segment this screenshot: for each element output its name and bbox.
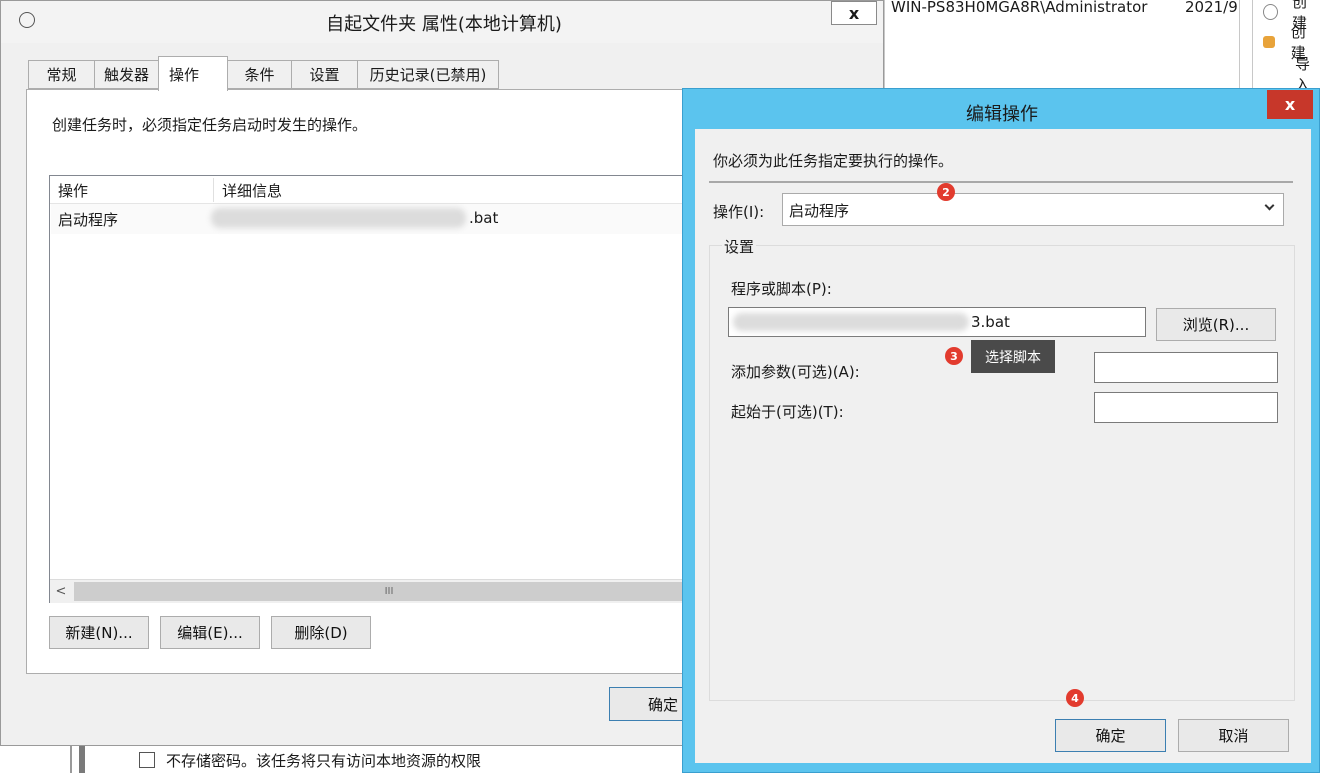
tooltip-text: 选择脚本 [985,349,1041,366]
column-divider [213,178,214,202]
new-button[interactable]: 新建(N)... [49,616,149,649]
step-marker-4: 4 [1066,689,1084,707]
edit-cancel-label: 取消 [1218,727,1249,745]
action-type-label: 操作(I): [713,203,765,221]
chevron-left-icon: < [55,584,67,599]
edit-close-button[interactable]: x [1267,90,1313,119]
edit-cancel-button[interactable]: 取消 [1178,719,1289,752]
settings-group: 设置 程序或脚本(P): 3.bat 浏览(R)... 添加参数(可选)(A):… [709,236,1295,701]
tab-label: 历史记录(已禁用) [369,66,487,84]
tab-label: 设置 [309,66,340,84]
author-cell: WIN-PS83H0MGA8R\Administrator [891,0,1148,16]
edit-ok-label: 确定 [1095,727,1126,745]
action-create-task[interactable]: 创建 [1263,23,1320,62]
tab-actions[interactable]: 操作 [158,56,228,91]
edit-dialog-body: 你必须为此任务指定要执行的操作。 操作(I): 启动程序 设置 程序或脚本(P)… [695,129,1311,763]
browse-button[interactable]: 浏览(R)... [1156,308,1276,341]
close-icon: x [848,3,860,23]
chevron-down-icon [1264,200,1275,211]
row-detail: .bat [469,209,499,227]
settings-group-title: 设置 [722,236,757,257]
tab-conditions[interactable]: 条件 [227,60,292,89]
background-task-list: WIN-PS83H0MGA8R\Administrator 2021/9 [884,0,1240,90]
program-input[interactable]: 3.bat [728,307,1146,337]
grip-icon: III [384,586,394,597]
background-actions-pane: 创建 创建 导入 [1252,0,1320,94]
edit-ok-button[interactable]: 确定 [1055,719,1166,752]
step-marker-2: 2 [937,183,955,201]
tooltip: 选择脚本 [971,340,1055,373]
row-action: 启动程序 [58,211,119,229]
args-input[interactable] [1094,352,1278,383]
start-in-label: 起始于(可选)(T): [731,403,844,421]
properties-title: 自起文件夹 属性(本地计算机) [326,14,562,35]
new-button-label: 新建(N)... [65,624,133,642]
tab-general[interactable]: 常规 [28,60,95,89]
action-import[interactable]: 导入 [1295,55,1320,94]
tab-label: 触发器 [103,66,149,84]
delete-button-label: 删除(D) [294,624,348,642]
clock-icon [1263,4,1279,20]
date-cell: 2021/9 [1185,0,1238,16]
no-password-label: 不存储密码。该任务将只有访问本地资源的权限 [166,752,482,770]
column-header-action[interactable]: 操作 [58,180,88,201]
splitter-line [70,746,72,773]
scroll-thumb[interactable]: III [74,582,704,601]
edit-button-label: 编辑(E)... [177,624,243,642]
action-type-value: 启动程序 [789,202,850,220]
step-marker-3: 3 [945,347,963,365]
close-icon: x [1284,95,1296,114]
properties-titlebar: 自起文件夹 属性(本地计算机) x [1,1,883,43]
redacted-path [211,208,466,228]
separator [709,181,1293,183]
delete-button[interactable]: 删除(D) [271,616,371,649]
edit-button[interactable]: 编辑(E)... [160,616,260,649]
actions-description: 创建任务时，必须指定任务启动时发生的操作。 [52,116,368,134]
tab-label: 常规 [46,66,77,84]
args-label: 添加参数(可选)(A): [731,363,860,381]
tab-label: 操作 [169,65,200,84]
close-button[interactable]: x [831,1,877,25]
tab-history[interactable]: 历史记录(已禁用) [357,60,499,89]
splitter-line [79,746,85,773]
program-value: 3.bat [971,313,1010,331]
tab-label: 条件 [244,66,275,84]
scroll-left-button[interactable]: < [50,580,72,603]
task-icon [1263,36,1275,48]
edit-instruction: 你必须为此任务指定要执行的操作。 [713,152,954,170]
tab-settings[interactable]: 设置 [291,60,358,89]
edit-dialog-title: 编辑操作 [966,104,1038,125]
redacted-path [733,313,969,331]
ok-button-label: 确定 [648,695,679,714]
bottom-strip: 不存储密码。该任务将只有访问本地资源的权限 [0,746,700,773]
tab-triggers[interactable]: 触发器 [94,60,159,89]
column-header-details[interactable]: 详细信息 [222,180,282,201]
program-label: 程序或脚本(P): [731,280,832,298]
action-type-select[interactable]: 启动程序 [782,193,1284,226]
start-in-input[interactable] [1094,392,1278,423]
edit-action-dialog: 编辑操作 x 你必须为此任务指定要执行的操作。 操作(I): 启动程序 设置 程… [682,88,1320,773]
no-password-checkbox[interactable] [139,752,155,768]
browse-button-label: 浏览(R)... [1182,316,1250,334]
